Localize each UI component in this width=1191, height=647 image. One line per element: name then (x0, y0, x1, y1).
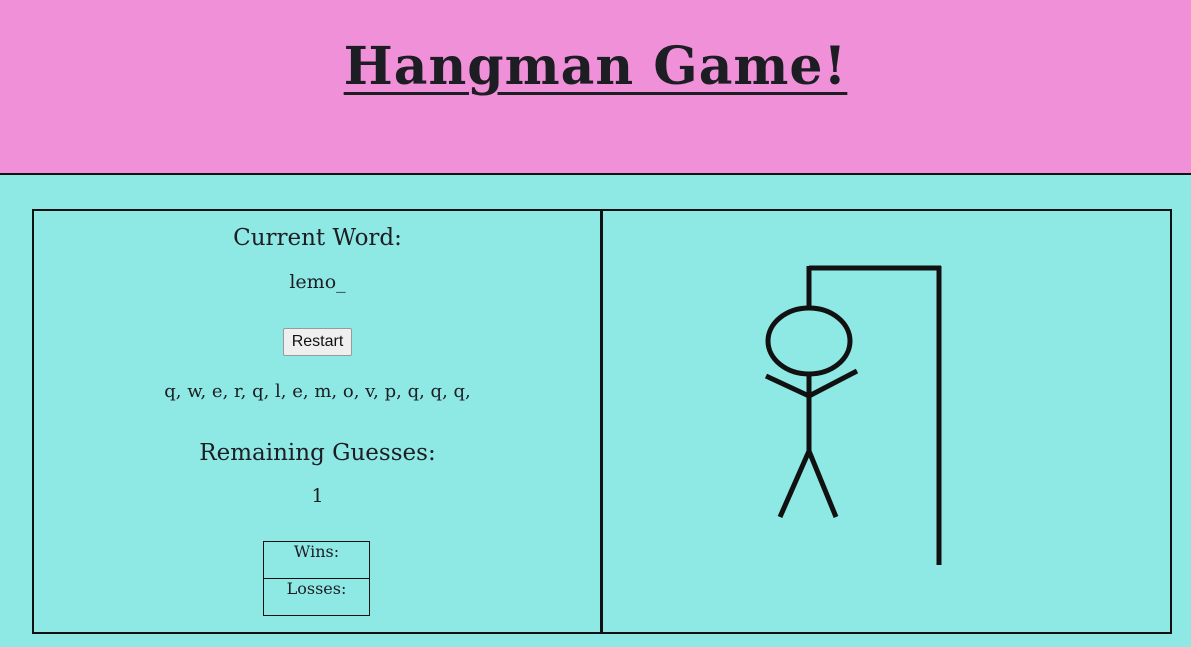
wins-label: Wins: (263, 541, 370, 579)
page-title: Hangman Game! (343, 36, 848, 97)
current-word: lemo_ (289, 271, 346, 293)
hangman-left-leg (777, 449, 812, 519)
guessed-letters: q, w, e, r, q, l, e, m, o, v, p, q, q, q… (164, 381, 471, 402)
score-table: Wins: Losses: (263, 541, 370, 616)
header-banner: Hangman Game! (0, 0, 1191, 175)
restart-button[interactable]: Restart (283, 328, 352, 356)
losses-label: Losses: (263, 578, 370, 616)
hangman-left-arm (764, 373, 811, 399)
hangman-right-leg (806, 450, 839, 518)
hangman-figure (764, 265, 942, 565)
hangman-head (765, 305, 853, 377)
hangman-drawing-panel (600, 209, 1172, 634)
game-info-panel: Current Word: lemo_ Restart q, w, e, r, … (32, 209, 603, 634)
remaining-guesses-label: Remaining Guesses: (199, 440, 436, 466)
current-word-label: Current Word: (233, 225, 402, 251)
remaining-guesses-value: 1 (311, 485, 324, 507)
